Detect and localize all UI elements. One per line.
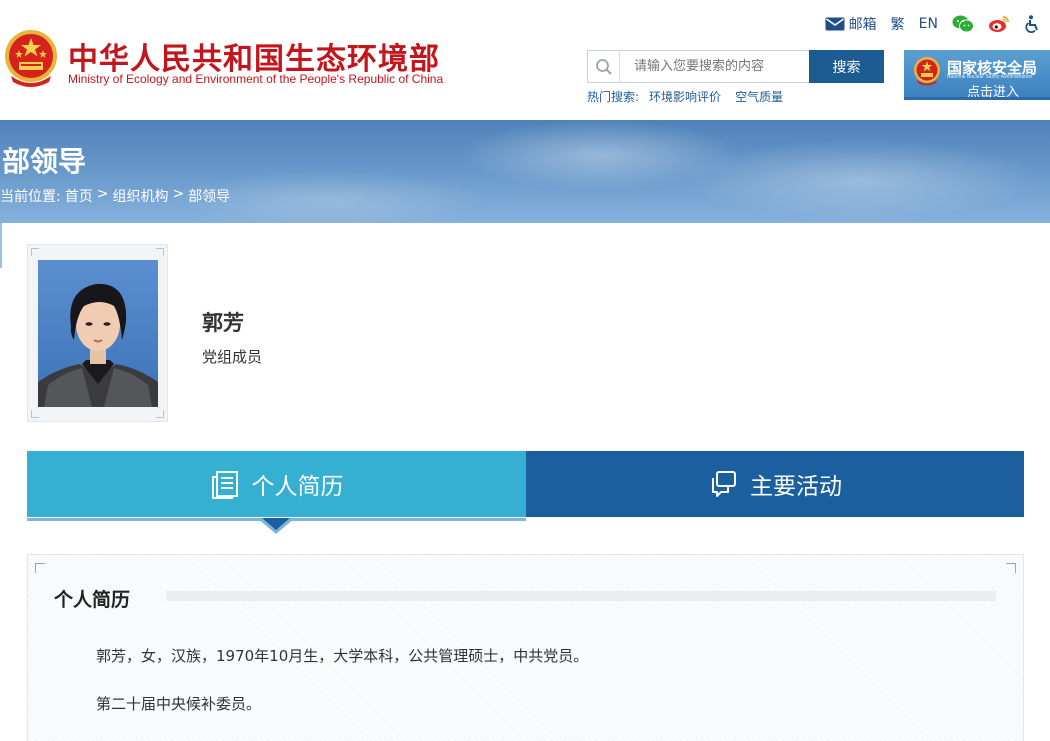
search-input[interactable] — [620, 51, 809, 82]
wechat-link[interactable] — [952, 15, 974, 33]
nnsa-subtitle: National Nuclear Safety Administration — [947, 74, 1033, 80]
mail-icon — [825, 17, 845, 31]
weibo-link[interactable] — [988, 15, 1010, 33]
wechat-icon — [952, 15, 974, 33]
document-icon — [211, 471, 238, 499]
search-field-wrapper — [587, 50, 809, 83]
national-emblem-icon — [5, 30, 57, 87]
mail-label: 邮箱 — [848, 17, 877, 33]
leader-portrait — [38, 260, 158, 407]
nnsa-emblem-icon — [914, 57, 940, 86]
english-link[interactable]: EN — [919, 16, 938, 32]
tab-indicator-arrow — [257, 518, 295, 534]
resume-paragraph: 郭芳，女，汉族，1970年10月生，大学本科，公共管理硕士，中共党员。 — [96, 647, 589, 665]
page-title: 部领导 — [2, 145, 87, 178]
site-logo-subtitle[interactable]: Ministry of Ecology and Environment of t… — [68, 72, 443, 86]
nnsa-enter-label: 点击进入 — [967, 85, 1020, 100]
accessibility-icon — [1025, 15, 1038, 33]
panel-corner — [1006, 563, 1016, 573]
frame-corner — [156, 248, 164, 256]
section-title-rule — [166, 591, 996, 601]
nnsa-entry-button[interactable]: 国家核安全局 National Nuclear Safety Administr… — [904, 50, 1050, 100]
search-bar: 搜索 — [587, 50, 884, 83]
search-button[interactable]: 搜索 — [809, 50, 884, 83]
frame-corner — [31, 410, 39, 418]
accessibility-link[interactable] — [1024, 15, 1040, 33]
search-icon — [588, 51, 620, 82]
side-accent-line — [0, 223, 2, 268]
site-header: 中华人民共和国生态环境部 Ministry of Ecology and Env… — [0, 0, 1050, 120]
english-label: EN — [918, 16, 938, 32]
tab-resume-label: 个人简历 — [251, 474, 344, 500]
breadcrumb-prefix: 当前位置: — [0, 189, 61, 205]
breadcrumb-separator: > — [172, 186, 185, 202]
breadcrumb-link-leaders[interactable]: 部领导 — [188, 186, 230, 206]
breadcrumb-link-organization[interactable]: 组织机构 — [112, 186, 168, 206]
leader-name: 郭芳 — [202, 311, 244, 335]
mail-link[interactable]: 邮箱 — [825, 14, 877, 34]
panel-corner — [35, 563, 45, 573]
tab-activities-label: 主要活动 — [750, 474, 842, 500]
traditional-label: 繁 — [890, 17, 905, 33]
tab-activities[interactable]: 主要活动 — [526, 451, 1024, 517]
hot-search: 热门搜索: 环境影响评价 空气质量 — [587, 88, 783, 105]
resume-paragraph: 第二十届中央候补委员。 — [96, 695, 262, 713]
section-title: 个人简历 — [54, 589, 131, 611]
weibo-icon — [989, 16, 1009, 32]
leader-role: 党组成员 — [202, 348, 263, 366]
frame-corner — [156, 410, 164, 418]
breadcrumb: 当前位置: 首页 > 组织机构 > 部领导 — [0, 186, 230, 206]
traditional-chinese-link[interactable]: 繁 — [891, 14, 905, 34]
hot-search-item[interactable]: 空气质量 — [735, 88, 783, 105]
breadcrumb-separator: > — [96, 186, 109, 202]
hot-search-item[interactable]: 环境影响评价 — [649, 88, 721, 105]
frame-corner — [31, 248, 39, 256]
utility-bar: 邮箱 繁 EN — [825, 14, 1040, 34]
hot-search-label: 热门搜索: — [587, 90, 640, 104]
tab-resume[interactable]: 个人简历 — [27, 451, 526, 517]
breadcrumb-link-home[interactable]: 首页 — [65, 186, 93, 206]
page-banner — [0, 120, 1050, 223]
chat-icon — [712, 471, 736, 497]
